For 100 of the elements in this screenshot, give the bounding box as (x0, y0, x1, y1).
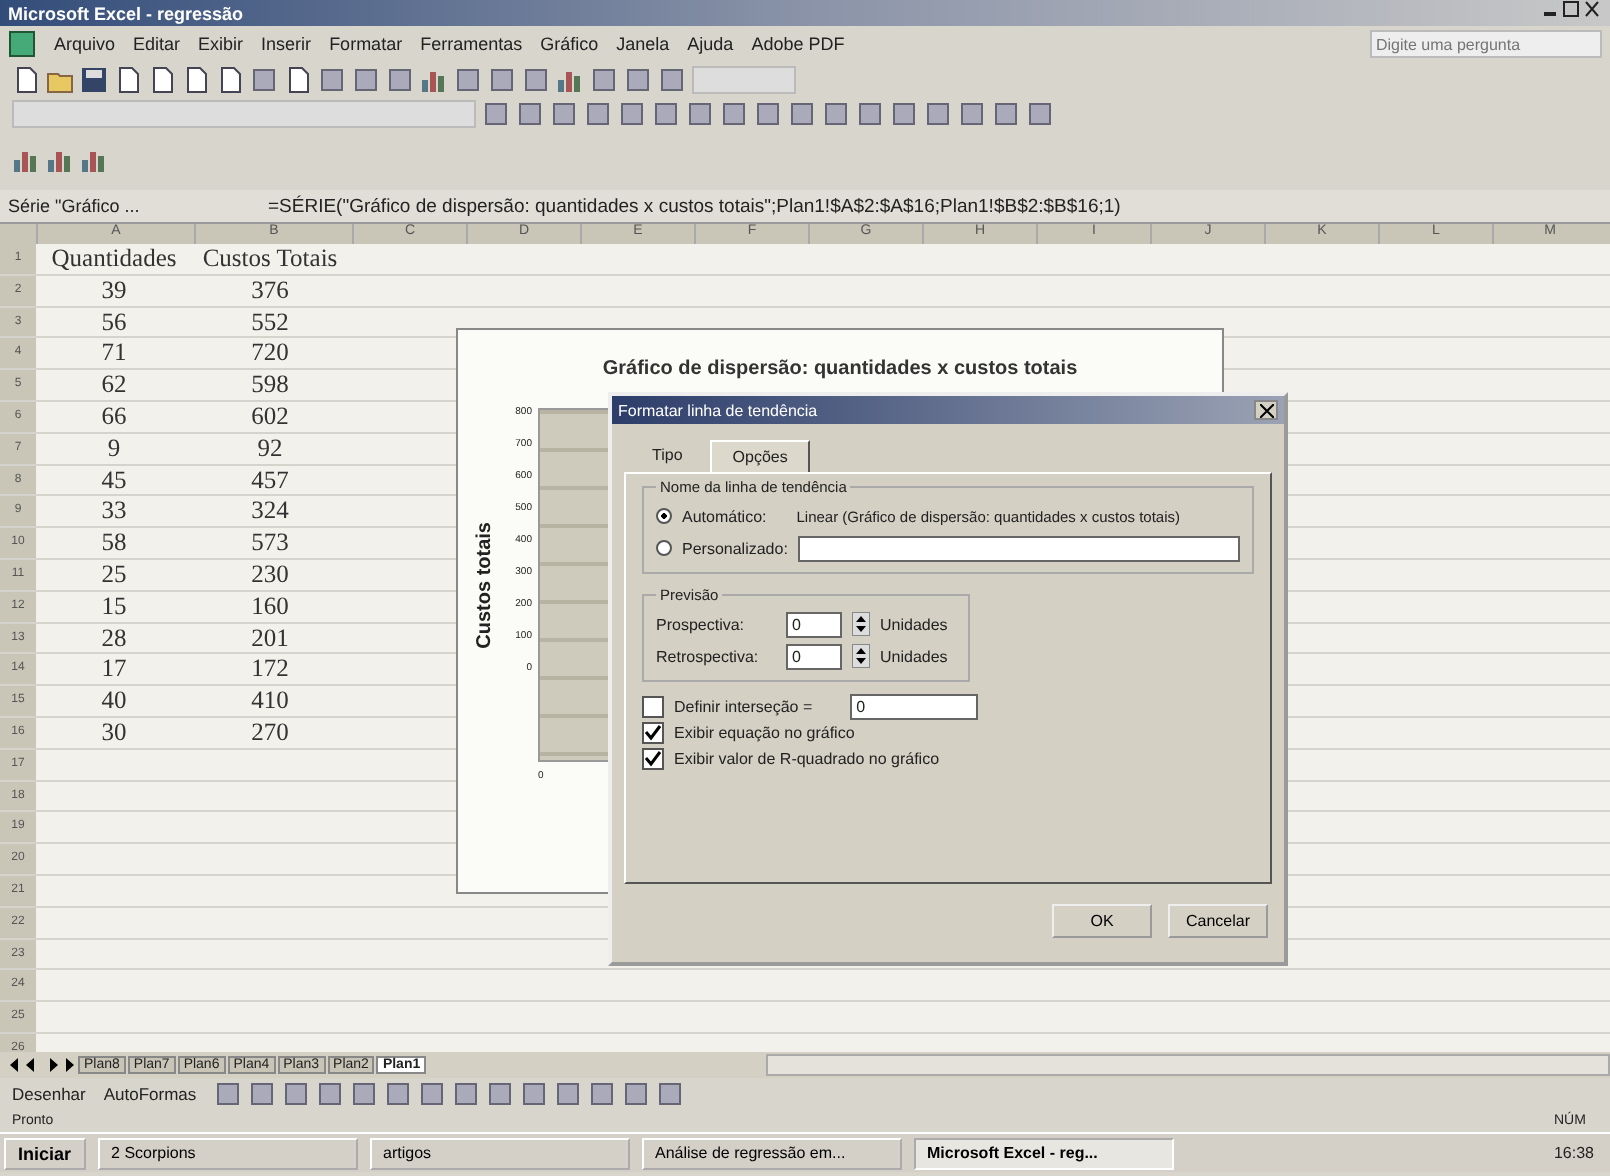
menu-item[interactable]: Gráfico (540, 34, 599, 54)
start-button[interactable]: Iniciar (4, 1137, 86, 1169)
square-icon[interactable] (856, 99, 884, 127)
document-icon[interactable] (216, 65, 244, 93)
tab-scroll-icon[interactable] (8, 1056, 76, 1074)
square-icon[interactable] (658, 65, 686, 93)
checkbox-label[interactable]: Exibir equação no gráfico (674, 724, 855, 742)
square-icon[interactable] (488, 65, 516, 93)
square-icon[interactable] (618, 99, 646, 127)
menu-item[interactable]: Formatar (329, 34, 403, 54)
name-field[interactable] (797, 535, 1240, 561)
square-icon[interactable] (652, 99, 680, 127)
table-cell-text: 172 (249, 654, 291, 685)
number-field[interactable]: 0 (786, 643, 842, 669)
square-icon[interactable] (590, 65, 618, 93)
menu-item[interactable]: Arquivo (54, 34, 116, 54)
radio-button[interactable] (656, 508, 672, 524)
dialog-button[interactable]: OK (1052, 904, 1152, 938)
toolbar-menu[interactable]: AutoFormas (103, 1084, 197, 1104)
square-icon[interactable] (282, 1080, 311, 1108)
dialog-button[interactable]: Cancelar (1168, 904, 1268, 938)
square-icon[interactable] (318, 65, 346, 93)
tab[interactable]: Opções (710, 440, 810, 472)
square-icon[interactable] (1026, 99, 1054, 127)
formula-field[interactable]: =SÉRIE("Gráfico de dispersão: quantidades x custos totais";Plan1!$A$2:$A$16;Plan1!$B$2:$B$16;1) (268, 195, 1121, 217)
taskbar-button[interactable]: Análise de regressão em... (641, 1137, 902, 1169)
square-icon[interactable] (622, 1080, 651, 1108)
square-icon[interactable] (584, 99, 612, 127)
document-icon[interactable] (114, 65, 142, 93)
checkbox[interactable] (642, 748, 664, 770)
checkbox[interactable] (642, 722, 664, 744)
taskbar-button[interactable]: Microsoft Excel - reg... (913, 1137, 1174, 1169)
document-icon[interactable] (284, 65, 312, 93)
document-icon[interactable] (182, 65, 210, 93)
square-icon[interactable] (214, 1080, 243, 1108)
square-icon[interactable] (686, 99, 714, 127)
menu-item[interactable]: Adobe PDF (751, 34, 845, 54)
square-icon[interactable] (656, 1080, 685, 1108)
option-label[interactable]: Personalizado: (682, 539, 788, 557)
radio-button[interactable] (656, 540, 672, 556)
horizontal-scrollbar[interactable] (766, 1054, 1610, 1076)
document-icon[interactable] (148, 65, 176, 93)
option-label[interactable]: Automático: (682, 507, 767, 525)
square-icon[interactable] (522, 65, 550, 93)
spinner-icon[interactable] (852, 644, 870, 668)
square-icon[interactable] (890, 99, 918, 127)
number-field[interactable]: 0 (786, 611, 842, 637)
name-box[interactable]: Série "Gráfico ... (8, 196, 248, 216)
dialog-title: Formatar linha de tendência (618, 401, 818, 419)
square-icon[interactable] (822, 99, 850, 127)
square-icon[interactable] (554, 1080, 583, 1108)
checkbox-label[interactable]: Definir interseção = (674, 698, 813, 716)
square-icon[interactable] (386, 65, 414, 93)
taskbar-button[interactable]: 2 Scorpions (97, 1137, 358, 1169)
chart-icon[interactable] (12, 146, 40, 174)
square-icon[interactable] (958, 99, 986, 127)
square-icon[interactable] (588, 1080, 617, 1108)
square-icon[interactable] (788, 99, 816, 127)
square-icon[interactable] (452, 1080, 481, 1108)
square-icon[interactable] (384, 1080, 413, 1108)
tab[interactable]: Tipo (632, 440, 703, 472)
square-icon[interactable] (720, 99, 748, 127)
taskbar-button[interactable]: artigos (369, 1137, 630, 1169)
intercept-field[interactable]: 0 (850, 694, 979, 720)
table-header: Custos Totais (200, 244, 340, 274)
square-icon[interactable] (482, 99, 510, 127)
spinner-icon[interactable] (852, 612, 870, 636)
checkbox-label[interactable]: Exibir valor de R-quadrado no gráfico (674, 750, 940, 768)
menu-item[interactable]: Inserir (261, 34, 312, 54)
square-icon[interactable] (754, 99, 782, 127)
close-button[interactable] (1254, 400, 1278, 420)
menu-item[interactable]: Janela (616, 34, 670, 54)
document-icon[interactable] (12, 65, 40, 93)
square-icon[interactable] (418, 1080, 447, 1108)
menu-item[interactable]: Ajuda (687, 34, 734, 54)
chart-icon[interactable] (46, 146, 74, 174)
table-cell-text: 30 (99, 717, 129, 748)
square-icon[interactable] (352, 65, 380, 93)
square-icon[interactable] (516, 99, 544, 127)
square-icon[interactable] (550, 99, 578, 127)
square-icon[interactable] (316, 1080, 345, 1108)
square-icon[interactable] (624, 65, 652, 93)
checkbox[interactable] (642, 696, 664, 718)
square-icon[interactable] (454, 65, 482, 93)
table-cell-text: 25 (99, 559, 129, 590)
square-icon[interactable] (248, 1080, 277, 1108)
square-icon[interactable] (250, 65, 278, 93)
menu-item[interactable]: Ferramentas (420, 34, 523, 54)
square-icon[interactable] (924, 99, 952, 127)
square-icon[interactable] (486, 1080, 515, 1108)
square-icon[interactable] (520, 1080, 549, 1108)
menu-item[interactable]: Editar (133, 34, 181, 54)
table-cell-text: 39 (99, 275, 129, 306)
toolbar-menu[interactable]: Desenhar (12, 1084, 86, 1104)
chart-icon[interactable] (80, 146, 108, 174)
window-controls-icon[interactable] (1542, 0, 1602, 20)
menu-item[interactable]: Exibir (198, 34, 244, 54)
help-search-field[interactable]: Digite uma pergunta (1370, 30, 1602, 58)
square-icon[interactable] (350, 1080, 379, 1108)
square-icon[interactable] (992, 99, 1020, 127)
